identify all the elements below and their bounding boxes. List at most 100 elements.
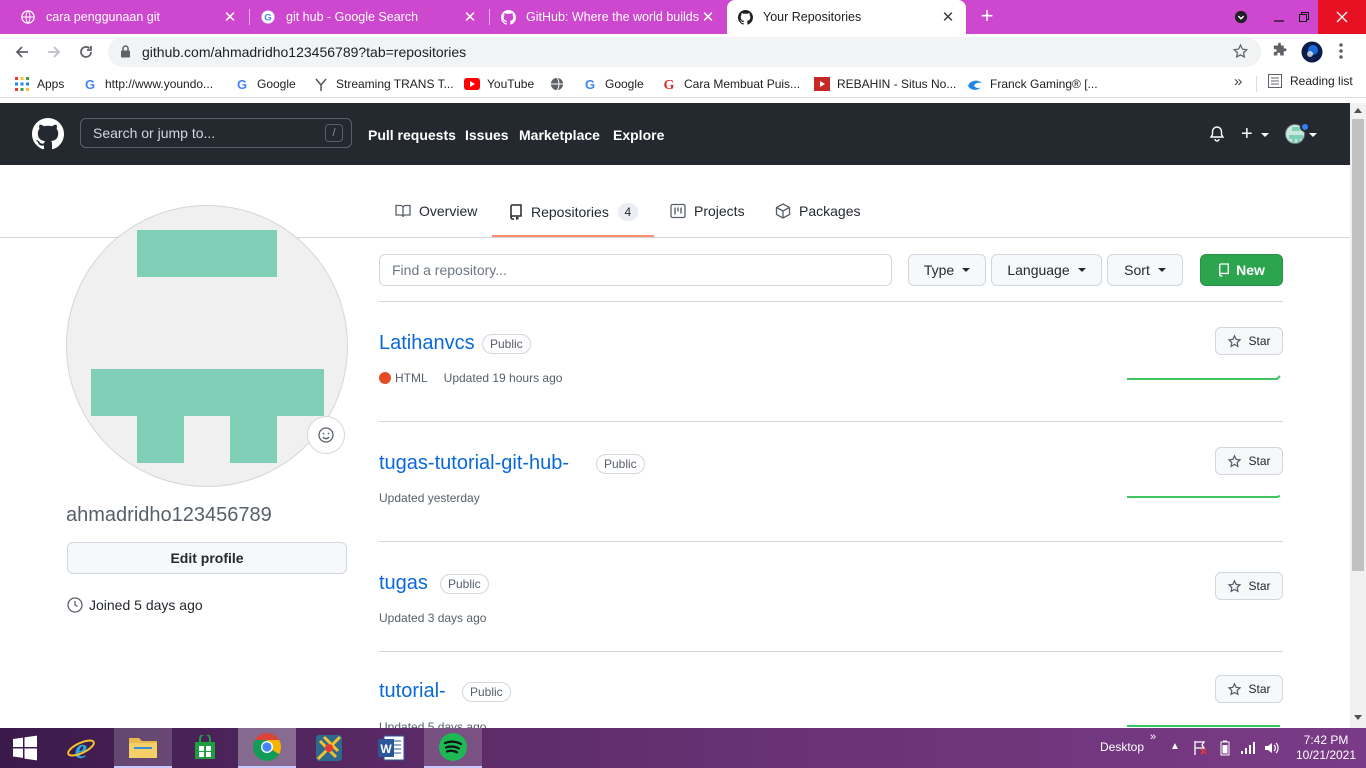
browser-tab[interactable]: G git hub - Google Search ✕ xyxy=(250,0,488,34)
github-logo-icon[interactable] xyxy=(32,118,64,153)
clock-time: 7:42 PM xyxy=(1303,733,1349,747)
sort-filter-button[interactable]: Sort xyxy=(1107,254,1183,286)
close-icon[interactable]: ✕ xyxy=(222,8,238,26)
profile-avatar-icon[interactable] xyxy=(1301,41,1323,66)
extensions-puzzle-icon[interactable] xyxy=(1271,42,1288,62)
tab-overview[interactable]: Overview xyxy=(395,203,477,219)
scrollbar-thumb[interactable] xyxy=(1352,119,1364,571)
file-explorer-icon[interactable] xyxy=(114,728,172,768)
action-center-flag-icon[interactable] xyxy=(1192,740,1208,759)
create-caret-icon[interactable] xyxy=(1261,133,1269,137)
close-icon[interactable]: ✕ xyxy=(462,8,478,26)
chrome-menu-icon[interactable] xyxy=(1338,42,1344,63)
repository-name-link[interactable]: tugas-tutorial-git-hub- xyxy=(379,452,569,475)
url-text[interactable]: github.com/ahmadridho123456789?tab=repos… xyxy=(142,44,466,60)
global-search-input[interactable]: Search or jump to... / xyxy=(80,118,352,148)
bookmark-label: Google xyxy=(257,77,296,91)
word-icon[interactable]: W xyxy=(362,728,420,768)
bookmark-item[interactable]: G Cara Membuat Puis... xyxy=(661,74,800,94)
spotify-icon[interactable] xyxy=(424,728,482,768)
reload-icon[interactable] xyxy=(74,40,98,64)
address-bar[interactable]: github.com/ahmadridho123456789?tab=repos… xyxy=(108,37,1261,67)
nav-explore[interactable]: Explore xyxy=(613,127,664,143)
bookmark-item[interactable]: Streaming TRANS T... xyxy=(313,74,454,94)
windows-start-icon[interactable] xyxy=(0,728,50,768)
bookmark-label: Google xyxy=(605,77,644,91)
window-close-icon[interactable] xyxy=(1318,0,1366,34)
bookmarks-bar: Apps G http://www.youndo... G Google Str… xyxy=(0,70,1366,98)
system-clock[interactable]: 7:42 PM 10/21/2021 xyxy=(1294,733,1358,763)
bookmark-apps[interactable]: Apps xyxy=(14,74,64,94)
star-button[interactable]: Star xyxy=(1215,675,1283,703)
bookmark-item[interactable]: G Google xyxy=(234,74,296,94)
tab-search-icon[interactable] xyxy=(1230,0,1252,34)
bookmark-star-icon[interactable] xyxy=(1232,43,1249,63)
forward-arrow-icon[interactable] xyxy=(42,40,66,64)
edit-profile-button[interactable]: Edit profile xyxy=(67,542,347,574)
bookmark-item[interactable]: G http://www.youndo... xyxy=(82,74,213,94)
page-scrollbar[interactable] xyxy=(1350,103,1366,728)
browser-tab-active[interactable]: Your Repositories ✕ xyxy=(727,0,966,34)
browser-tab[interactable]: GitHub: Where the world builds software … xyxy=(490,0,726,34)
bookmark-label: YouTube xyxy=(487,77,535,91)
profile-avatar[interactable] xyxy=(66,205,348,487)
type-filter-button[interactable]: Type xyxy=(908,254,986,286)
toolbar-overflow-chevron-icon[interactable]: » xyxy=(1150,731,1156,743)
repository-name-link[interactable]: tugas xyxy=(379,572,428,595)
nav-marketplace[interactable]: Marketplace xyxy=(519,127,600,143)
star-button[interactable]: Star xyxy=(1215,447,1283,475)
new-tab-plus-icon[interactable]: + xyxy=(976,4,998,30)
bookmark-item[interactable]: Franck Gaming® [... xyxy=(967,74,1098,94)
clock-icon xyxy=(67,597,83,613)
bookmarks-overflow-chevron-icon[interactable]: » xyxy=(1234,73,1242,90)
show-hidden-icons-chevron-icon[interactable]: ▲ xyxy=(1170,741,1180,752)
new-repository-button[interactable]: New xyxy=(1200,254,1283,286)
search-placeholder: Search or jump to... xyxy=(93,125,216,141)
identicon-block xyxy=(137,230,277,277)
nav-pull-requests[interactable]: Pull requests xyxy=(368,127,456,143)
browser-tab[interactable]: cara penggunaan git ✕ xyxy=(0,0,248,34)
close-icon[interactable]: ✕ xyxy=(940,8,956,26)
avatar-caret-icon[interactable] xyxy=(1309,133,1317,137)
tab-repositories[interactable]: Repositories 4 xyxy=(509,203,638,221)
project-icon xyxy=(670,203,686,219)
restore-icon[interactable] xyxy=(1293,0,1315,34)
scroll-down-arrow-icon[interactable] xyxy=(1354,715,1362,720)
tab-projects[interactable]: Projects xyxy=(670,203,745,219)
minimize-icon[interactable] xyxy=(1268,0,1290,34)
star-label: Star xyxy=(1248,454,1271,468)
close-icon[interactable]: ✕ xyxy=(700,8,716,26)
volume-icon[interactable] xyxy=(1264,740,1280,759)
svg-text:G: G xyxy=(585,77,595,91)
star-button[interactable]: Star xyxy=(1215,327,1283,355)
back-arrow-icon[interactable] xyxy=(10,40,34,64)
profile-username: ahmadridho123456789 xyxy=(66,504,272,526)
battery-icon[interactable] xyxy=(1220,740,1230,759)
language-filter-button[interactable]: Language xyxy=(991,254,1102,286)
find-repository-input[interactable] xyxy=(379,254,892,286)
bookmark-item[interactable]: YouTube xyxy=(464,74,534,94)
bookmark-item[interactable]: G Google xyxy=(582,74,644,94)
github-icon xyxy=(737,9,753,25)
set-status-smiley-icon[interactable] xyxy=(307,416,345,454)
repository-name-link[interactable]: tutorial- xyxy=(379,680,446,703)
store-icon[interactable] xyxy=(176,728,234,768)
network-signal-icon[interactable] xyxy=(1240,741,1256,758)
tab-packages[interactable]: Packages xyxy=(775,203,860,219)
desktop-toolbar-label[interactable]: Desktop xyxy=(1100,740,1144,754)
repository-updated: Updated 19 hours ago xyxy=(443,371,563,385)
repository-name-link[interactable]: Latihanvcs xyxy=(379,332,475,355)
chrome-icon[interactable] xyxy=(238,728,296,768)
scroll-up-arrow-icon[interactable] xyxy=(1354,108,1362,113)
notification-bell-icon[interactable] xyxy=(1209,126,1225,146)
nav-issues[interactable]: Issues xyxy=(465,127,509,143)
tab-label: Overview xyxy=(419,203,478,219)
reading-list-button[interactable]: Reading list xyxy=(1268,74,1353,88)
bookmark-item[interactable]: REBAHIN - Situs No... xyxy=(814,74,956,94)
bookmark-item[interactable] xyxy=(549,74,572,94)
game-icon[interactable] xyxy=(300,728,358,768)
star-button[interactable]: Star xyxy=(1215,572,1283,600)
internet-explorer-icon[interactable]: e xyxy=(52,728,110,768)
lock-icon[interactable] xyxy=(120,45,131,61)
create-new-plus-icon[interactable]: + xyxy=(1241,124,1253,144)
